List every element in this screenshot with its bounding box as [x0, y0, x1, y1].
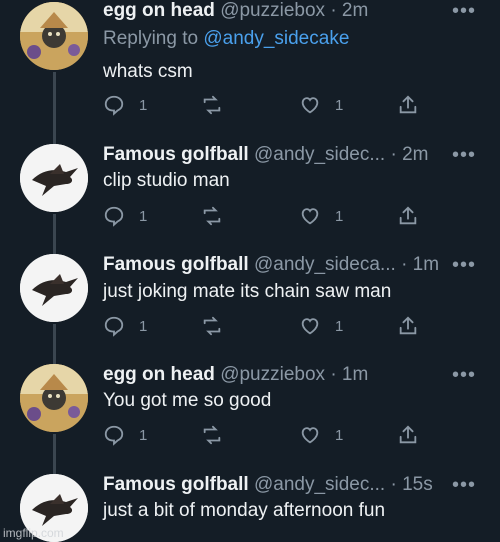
reply-icon: [104, 316, 124, 337]
share-icon: [399, 425, 417, 444]
avatar[interactable]: [20, 2, 88, 70]
reply-count: 1: [139, 426, 148, 444]
retweet-icon: [203, 206, 221, 226]
like-button[interactable]: 1: [299, 424, 343, 446]
avatar[interactable]: [20, 254, 88, 322]
like-count: 1: [335, 426, 344, 444]
retweet-icon: [203, 316, 221, 336]
share-button[interactable]: [397, 205, 419, 227]
heart-icon: [301, 208, 319, 225]
like-button[interactable]: 1: [299, 205, 343, 227]
thread-line: [53, 324, 56, 364]
tweet-header: Famous golfball @andy_sidec... · 15s: [103, 474, 433, 496]
tweet-header: egg on head @puzziebox · 2m: [103, 0, 368, 22]
like-count: 1: [335, 207, 344, 225]
timestamp[interactable]: · 15s: [391, 474, 433, 495]
egg-avatar-icon: [20, 2, 88, 70]
display-name[interactable]: egg on head: [103, 0, 215, 21]
watermark: imgflip.com: [3, 526, 64, 540]
handle[interactable]: @puzziebox: [220, 364, 325, 385]
avatar[interactable]: [20, 144, 88, 212]
more-options-icon[interactable]: •••: [452, 364, 476, 387]
reply-icon: [104, 425, 124, 446]
more-options-icon[interactable]: •••: [452, 0, 476, 23]
tweet-text: just joking mate its chain saw man: [103, 281, 392, 302]
tweet-header: Famous golfball @andy_sideca... · 1m: [103, 254, 439, 276]
mention-link[interactable]: @andy_sidecake: [203, 28, 349, 49]
retweet-button[interactable]: [201, 205, 223, 227]
tweet-actions: 1 1: [103, 94, 423, 118]
tweet-actions: 1 1: [103, 424, 423, 448]
share-icon: [399, 206, 417, 225]
heart-icon: [301, 427, 319, 444]
retweet-button[interactable]: [201, 424, 223, 446]
handle[interactable]: @andy_sideca...: [254, 254, 396, 275]
retweet-icon: [203, 425, 221, 445]
tweet-header: Famous golfball @andy_sidec... · 2m: [103, 144, 429, 166]
tweet-text: You got me so good: [103, 390, 272, 411]
timestamp[interactable]: · 1m: [401, 254, 439, 275]
reply-count: 1: [139, 207, 148, 225]
reply-count: 1: [139, 96, 148, 114]
thread-line: [53, 72, 56, 144]
heart-icon: [301, 318, 319, 335]
retweet-button[interactable]: [201, 315, 223, 337]
handle[interactable]: @andy_sidec...: [254, 474, 385, 495]
reply-icon: [104, 95, 124, 116]
timestamp[interactable]: · 1m: [330, 364, 368, 385]
avatar[interactable]: [20, 364, 88, 432]
display-name[interactable]: Famous golfball: [103, 474, 249, 495]
tweet-text: just a bit of monday afternoon fun: [103, 500, 386, 521]
tweet-header: egg on head @puzziebox · 1m: [103, 364, 368, 386]
replying-label: Replying to: [103, 28, 204, 49]
bird-avatar-icon: [20, 144, 88, 212]
handle[interactable]: @puzziebox: [220, 0, 325, 21]
tweet-text: clip studio man: [103, 170, 230, 191]
display-name[interactable]: Famous golfball: [103, 144, 249, 165]
share-button[interactable]: [397, 424, 419, 446]
more-options-icon[interactable]: •••: [452, 474, 476, 497]
share-icon: [399, 316, 417, 335]
more-options-icon[interactable]: •••: [452, 144, 476, 167]
thread-line: [53, 434, 56, 474]
like-button[interactable]: 1: [299, 94, 343, 116]
retweet-icon: [203, 95, 221, 115]
reply-count: 1: [139, 317, 148, 335]
share-icon: [399, 95, 417, 114]
timestamp[interactable]: · 2m: [391, 144, 429, 165]
egg-avatar-icon: [20, 364, 88, 432]
reply-button[interactable]: 1: [103, 315, 147, 337]
retweet-button[interactable]: [201, 94, 223, 116]
share-button[interactable]: [397, 94, 419, 116]
like-button[interactable]: 1: [299, 315, 343, 337]
more-options-icon[interactable]: •••: [452, 254, 476, 277]
reply-button[interactable]: 1: [103, 205, 147, 227]
display-name[interactable]: egg on head: [103, 364, 215, 385]
display-name[interactable]: Famous golfball: [103, 254, 249, 275]
replying-to: Replying to @andy_sidecake: [103, 28, 349, 50]
like-count: 1: [335, 317, 344, 335]
reply-button[interactable]: 1: [103, 424, 147, 446]
reply-icon: [104, 206, 124, 227]
timestamp[interactable]: · 2m: [330, 0, 368, 21]
thread-line: [53, 214, 56, 254]
heart-icon: [301, 97, 319, 114]
handle[interactable]: @andy_sidec...: [254, 144, 385, 165]
bird-avatar-icon: [20, 254, 88, 322]
reply-button[interactable]: 1: [103, 94, 147, 116]
tweet-text: whats csm: [103, 61, 193, 82]
like-count: 1: [335, 96, 344, 114]
tweet-actions: 1 1: [103, 205, 423, 229]
tweet-actions: 1 1: [103, 315, 423, 339]
share-button[interactable]: [397, 315, 419, 337]
